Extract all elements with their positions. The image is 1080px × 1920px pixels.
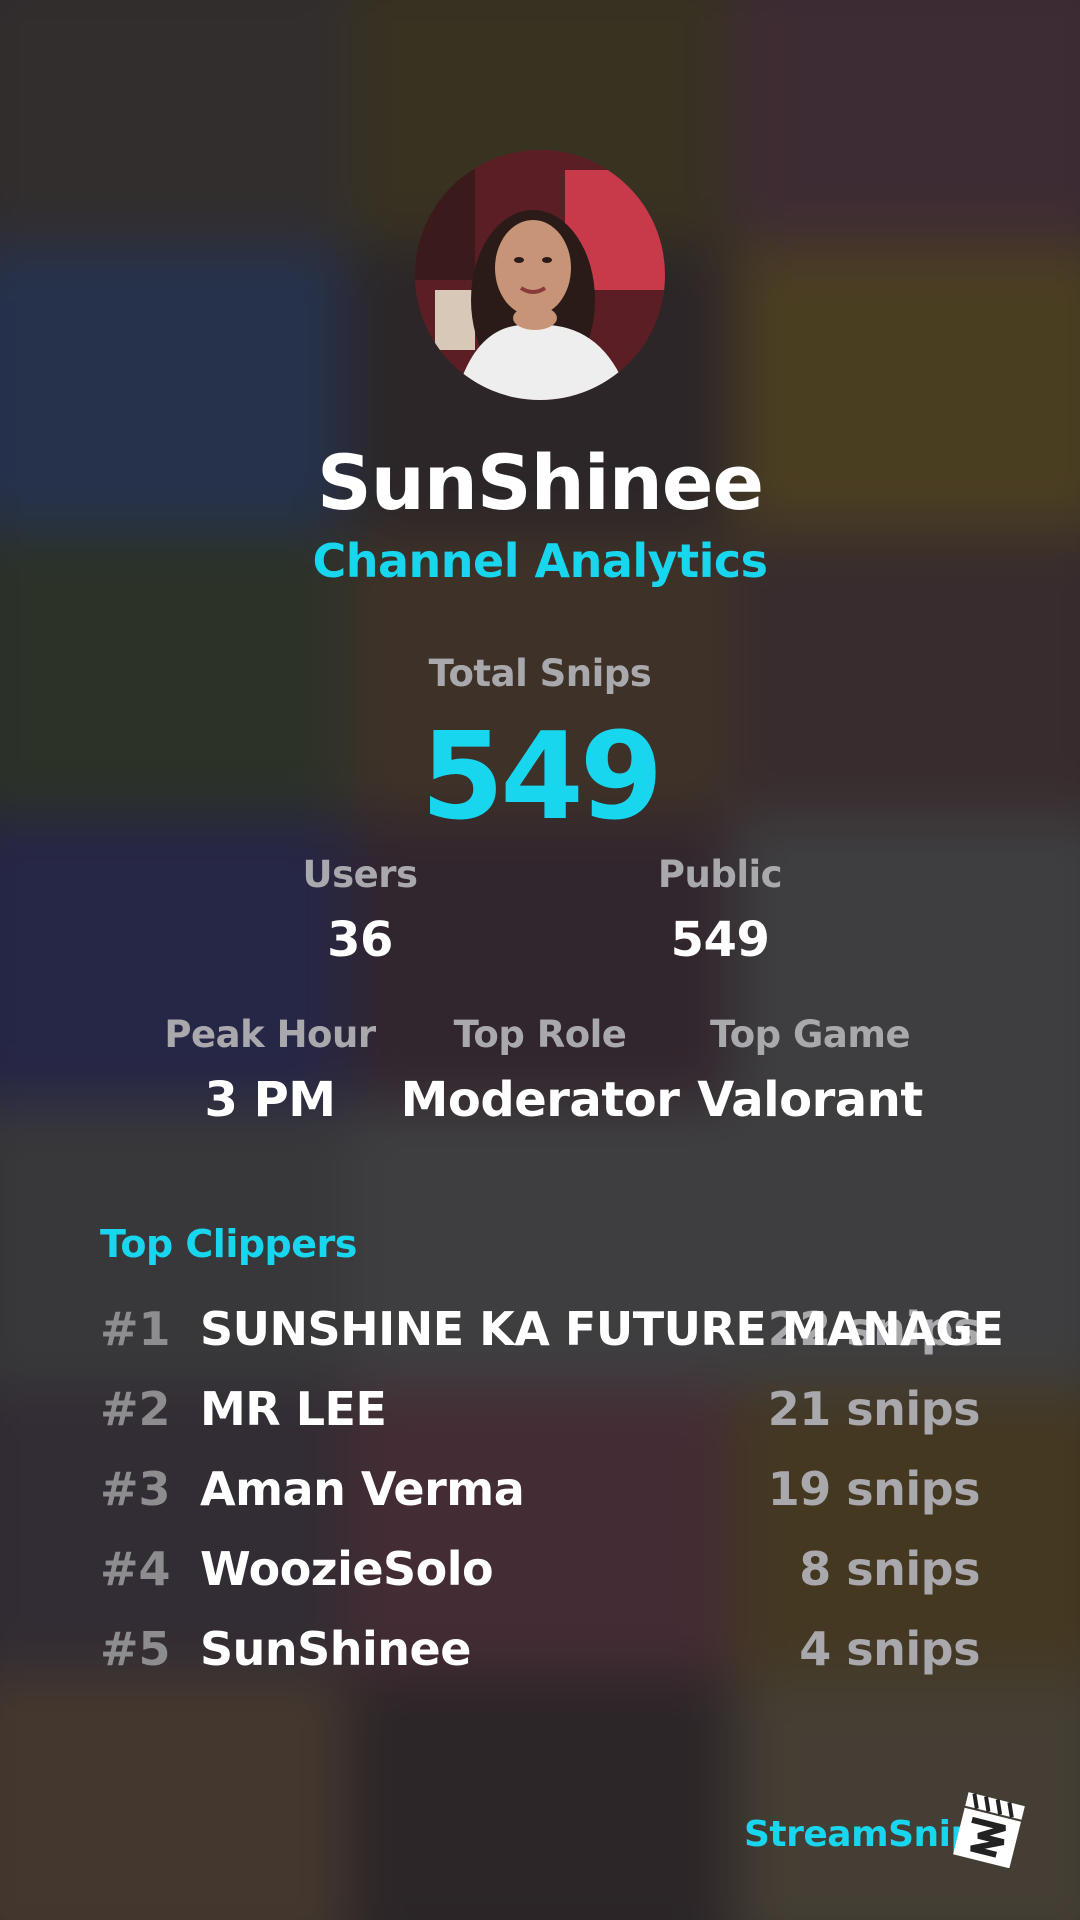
clipper-name: MR LEE: [200, 1382, 387, 1436]
public-value: 549: [670, 912, 770, 968]
list-item: #1 22 snips SUNSHINE KA FUTURE MANAGE: [100, 1302, 1004, 1372]
public-label: Public: [657, 853, 783, 896]
top-role-label: Top Role: [453, 1013, 627, 1056]
channel-name: SunShinee: [316, 438, 764, 527]
top-game-value: Valorant: [697, 1072, 923, 1128]
clipper-count: 8 snips: [799, 1542, 980, 1596]
clipper-count: 4 snips: [799, 1622, 980, 1676]
clipper-rank: #1: [100, 1302, 171, 1356]
list-item: #2 MR LEE 21 snips: [100, 1382, 981, 1452]
list-item: #3 Aman Verma 19 snips: [100, 1462, 981, 1532]
top-role-value: Moderator: [400, 1072, 680, 1128]
peak-hour-value: 3 PM: [204, 1072, 336, 1128]
list-item: #4 WoozieSolo 8 snips: [100, 1542, 980, 1612]
page-subtitle: Channel Analytics: [312, 534, 768, 588]
clipper-name: Aman Verma: [200, 1462, 525, 1516]
clipper-rank: #2: [100, 1382, 171, 1436]
clipper-rank: #3: [100, 1462, 171, 1516]
clipper-name: SUNSHINE KA FUTURE MANAGE: [200, 1302, 1004, 1356]
list-item: #5 SunShinee 4 snips: [100, 1622, 980, 1692]
brand-name: StreamSnip: [744, 1814, 976, 1855]
clapperboard-logo-icon: [950, 1792, 1026, 1869]
clipper-rank: #5: [100, 1622, 171, 1676]
peak-hour-label: Peak Hour: [164, 1013, 376, 1056]
clipper-rank: #4: [100, 1542, 171, 1596]
avatar: [415, 150, 665, 400]
clipper-count: 19 snips: [767, 1462, 981, 1516]
clipper-name: WoozieSolo: [200, 1542, 494, 1596]
top-clippers-title: Top Clippers: [100, 1222, 357, 1266]
total-snips-value: 549: [420, 708, 664, 847]
users-value: 36: [327, 912, 393, 968]
top-game-label: Top Game: [709, 1013, 911, 1056]
avatar-image: [415, 150, 665, 400]
clipper-count: 21 snips: [767, 1382, 981, 1436]
total-snips-label: Total Snips: [428, 652, 652, 695]
analytics-card: SunShinee Channel Analytics Total Snips …: [0, 0, 1080, 1920]
users-label: Users: [302, 853, 418, 896]
clipper-name: SunShinee: [200, 1622, 471, 1676]
